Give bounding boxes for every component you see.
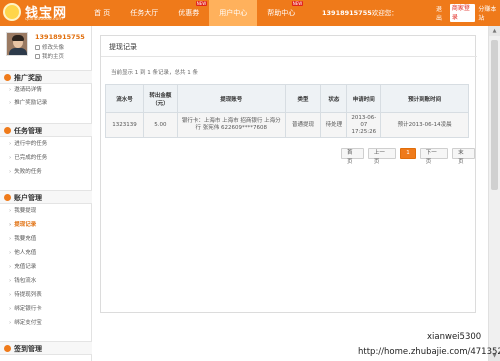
section-promotion[interactable]: 推广奖励 xyxy=(0,70,92,84)
pagination: 首页 上一页 1 下一页 末页 xyxy=(341,148,475,165)
withdraw-records-panel: 提现记录 当前显示 1 到 1 条记录，总共 1 条 流水号 转出金额（元） 提… xyxy=(100,35,477,313)
last-page-button[interactable]: 末页 xyxy=(452,148,475,165)
next-page-button[interactable]: 下一页 xyxy=(419,148,449,165)
nav-home[interactable]: 首 页 xyxy=(84,0,120,26)
user-greeting: 13918915755欢迎您： xyxy=(322,0,398,26)
sidebar-item-recharge-others[interactable]: 他人充值 xyxy=(9,248,89,258)
table-row: 1323139 5.00 银行卡：上海市 上海市 招商银行 上海分行 张宪伟 6… xyxy=(105,112,469,138)
watermark-url: http://home.zhubajie.com/4713522/ xyxy=(358,347,500,357)
my-homepage-link[interactable]: 我的主页 xyxy=(35,52,64,60)
sidebar-username: 13918915755 xyxy=(35,33,85,41)
sidebar-item-wallet-flow[interactable]: 钱包流水 xyxy=(9,276,89,286)
sidebar: 13918915755 修改头像 我的主页 推广奖励 邀请码详情 推广奖励记录 … xyxy=(0,26,92,361)
section-account-management[interactable]: 账户管理 xyxy=(0,190,92,204)
account-icon xyxy=(4,194,11,201)
new-badge: NEW xyxy=(291,1,304,6)
nav-user-center[interactable]: 用户中心 xyxy=(209,0,258,26)
scroll-thumb[interactable] xyxy=(491,40,498,190)
cell-apply-time: 2013-06-07 17:25:26 xyxy=(346,112,382,138)
sidebar-item-pending-withdrawals[interactable]: 待提现列表 xyxy=(9,290,89,300)
section-title: 推广奖励 xyxy=(14,74,42,82)
cell-serial: 1323139 xyxy=(105,112,144,138)
sidebar-item-invite-code[interactable]: 邀请码详情 xyxy=(9,85,89,95)
prev-page-button[interactable]: 上一页 xyxy=(367,148,397,165)
logo-subtext: qianbao666.com xyxy=(25,17,63,22)
nav-task-hall[interactable]: 任务大厅 xyxy=(120,0,168,26)
sidebar-item-tasks-completed[interactable]: 已完成的任务 xyxy=(9,153,89,163)
points-site-link[interactable]: 分赚本站 xyxy=(478,4,500,22)
sidebar-item-withdraw[interactable]: 我要提现 xyxy=(9,206,89,216)
site-logo[interactable]: 钱宝网 qianbao666.com xyxy=(3,2,95,24)
watermark-username: xianwei5300 xyxy=(427,332,482,342)
section-title: 账户管理 xyxy=(14,194,42,202)
cell-status: 待处理 xyxy=(320,112,348,138)
sidebar-item-promo-records[interactable]: 推广奖励记录 xyxy=(9,98,89,108)
gift-icon xyxy=(4,74,11,81)
cell-type: 普通提现 xyxy=(284,112,322,138)
section-task-management[interactable]: 任务管理 xyxy=(0,123,92,137)
sidebar-item-withdraw-records[interactable]: 提现记录 xyxy=(9,220,89,230)
edit-icon xyxy=(35,44,40,50)
col-status: 状态 xyxy=(320,84,348,113)
header-actions: 退出 商家登录 分赚本站 xyxy=(436,4,500,22)
nav-coupons[interactable]: 优惠券 NEW xyxy=(168,0,209,26)
current-page-button[interactable]: 1 xyxy=(400,148,416,159)
col-amount: 转出金额（元） xyxy=(142,84,178,113)
section-title: 任务管理 xyxy=(14,127,42,135)
withdraw-records-table: 流水号 转出金额（元） 提现账号 类型 状态 申请时间 预计到账时间 13231… xyxy=(105,84,469,138)
cell-eta: 预计2013-06-14凌晨 xyxy=(380,112,469,138)
divider xyxy=(101,56,477,57)
seller-login-button[interactable]: 商家登录 xyxy=(449,4,476,22)
nav-coupons-label: 优惠券 xyxy=(178,9,200,17)
page-title: 提现记录 xyxy=(109,43,137,51)
logo-icon xyxy=(3,3,21,21)
edit-avatar-label: 修改头像 xyxy=(42,45,65,51)
checkin-icon xyxy=(4,345,11,352)
cell-account: 银行卡：上海市 上海市 招商银行 上海分行 张宪伟 622609****7608 xyxy=(176,112,286,138)
avatar-shirt xyxy=(9,48,27,55)
sidebar-item-recharge[interactable]: 我要充值 xyxy=(9,234,89,244)
avatar-hair xyxy=(12,35,24,41)
col-type: 类型 xyxy=(284,84,322,113)
table-header-row: 流水号 转出金额（元） 提现账号 类型 状态 申请时间 预计到账时间 xyxy=(105,84,469,113)
col-serial: 流水号 xyxy=(105,84,144,113)
sidebar-item-bind-bank-card[interactable]: 绑定银行卡 xyxy=(9,304,89,314)
col-apply-time: 申请时间 xyxy=(346,84,382,113)
home-icon xyxy=(35,53,40,59)
logout-link[interactable]: 退出 xyxy=(436,4,447,22)
edit-avatar-link[interactable]: 修改头像 xyxy=(35,43,64,51)
records-summary: 当前显示 1 到 1 条记录，总共 1 条 xyxy=(111,70,198,76)
sidebar-item-tasks-in-progress[interactable]: 进行中的任务 xyxy=(9,139,89,149)
page-scrollbar[interactable]: ▲ ▼ xyxy=(488,26,500,361)
avatar[interactable] xyxy=(6,32,28,56)
nav-home-label: 首 页 xyxy=(94,9,111,17)
sidebar-item-bind-alipay[interactable]: 绑定支付宝 xyxy=(9,318,89,328)
new-badge: NEW xyxy=(195,1,208,6)
nav-user-center-label: 用户中心 xyxy=(219,9,248,17)
cell-amount: 5.00 xyxy=(142,112,178,138)
col-account: 提现账号 xyxy=(176,84,286,113)
col-eta: 预计到账时间 xyxy=(380,84,469,113)
scroll-up-icon[interactable]: ▲ xyxy=(489,26,500,36)
sidebar-item-recharge-records[interactable]: 充值记录 xyxy=(9,262,89,272)
nav-help-center-label: 帮助中心 xyxy=(267,9,296,17)
task-icon xyxy=(4,127,11,134)
nav-help-center[interactable]: 帮助中心 NEW xyxy=(257,0,305,26)
nav-task-hall-label: 任务大厅 xyxy=(130,9,159,17)
main-nav: 首 页 任务大厅 优惠券 NEW 用户中心 帮助中心 NEW xyxy=(84,0,305,26)
greeting-text: 欢迎您： xyxy=(371,9,398,17)
sidebar-item-tasks-failed[interactable]: 失败的任务 xyxy=(9,167,89,177)
section-title: 签到管理 xyxy=(14,345,42,353)
header-user-id[interactable]: 13918915755 xyxy=(322,9,372,17)
my-homepage-label: 我的主页 xyxy=(42,54,65,60)
first-page-button[interactable]: 首页 xyxy=(341,148,364,165)
top-nav-bar: 钱宝网 qianbao666.com 首 页 任务大厅 优惠券 NEW 用户中心 … xyxy=(0,0,500,26)
section-checkin-management[interactable]: 签到管理 xyxy=(0,341,92,355)
